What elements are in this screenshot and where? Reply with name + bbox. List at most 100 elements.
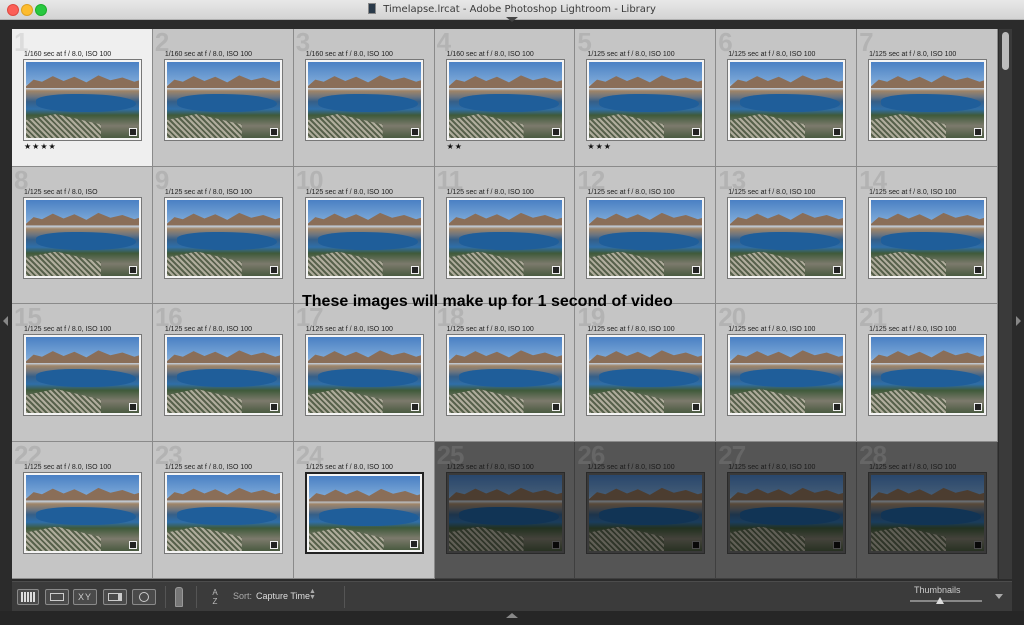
photo-thumbnail[interactable]	[163, 334, 283, 416]
grid-cell[interactable]: 22 1/125 sec at f / 8.0, ISO 100	[12, 441, 153, 579]
grid-cell[interactable]: 14 1/125 sec at f / 8.0, ISO 100	[857, 166, 998, 304]
grid-cell[interactable]: 19 1/125 sec at f / 8.0, ISO 100	[575, 304, 717, 442]
survey-view-button[interactable]	[103, 589, 127, 605]
compare-view-button[interactable]: XY	[73, 589, 97, 605]
develop-adjusted-badge-icon[interactable]	[551, 540, 560, 549]
photo-thumbnail[interactable]	[445, 196, 565, 279]
photo-thumbnail[interactable]	[727, 471, 847, 554]
grid-cell[interactable]: 8 1/125 sec at f / 8.0, ISO	[12, 166, 153, 304]
develop-adjusted-badge-icon[interactable]	[692, 265, 701, 274]
star-rating[interactable]: ★★★	[587, 142, 612, 151]
sort-select[interactable]: Capture Time	[256, 591, 310, 601]
grid-cell[interactable]: 18 1/125 sec at f / 8.0, ISO 100	[434, 304, 576, 442]
develop-adjusted-badge-icon[interactable]	[129, 540, 137, 549]
develop-adjusted-badge-icon[interactable]	[410, 128, 419, 136]
develop-adjusted-badge-icon[interactable]	[551, 403, 560, 411]
develop-adjusted-badge-icon[interactable]	[551, 265, 560, 274]
photo-thumbnail[interactable]	[727, 59, 847, 141]
develop-adjusted-badge-icon[interactable]	[129, 403, 137, 411]
grid-cell[interactable]: 25 1/125 sec at f / 8.0, ISO 100	[434, 441, 576, 579]
develop-adjusted-badge-icon[interactable]	[833, 403, 842, 411]
develop-adjusted-badge-icon[interactable]	[409, 539, 418, 548]
develop-adjusted-badge-icon[interactable]	[129, 265, 137, 274]
grid-cell[interactable]: 26 1/125 sec at f / 8.0, ISO 100	[575, 441, 717, 579]
grid-cell[interactable]: 3 1/160 sec at f / 8.0, ISO 100	[293, 29, 435, 167]
photo-thumbnail[interactable]	[868, 471, 988, 554]
develop-adjusted-badge-icon[interactable]	[833, 128, 842, 136]
photo-thumbnail[interactable]	[304, 59, 424, 141]
photo-thumbnail[interactable]	[23, 59, 142, 141]
develop-adjusted-badge-icon[interactable]	[974, 265, 983, 274]
top-panel-toggle-icon[interactable]	[506, 17, 518, 22]
photo-thumbnail[interactable]	[304, 471, 424, 554]
develop-adjusted-badge-icon[interactable]	[833, 540, 842, 549]
photo-thumbnail[interactable]	[868, 334, 988, 416]
develop-adjusted-badge-icon[interactable]	[129, 128, 137, 136]
photo-thumbnail[interactable]	[304, 334, 424, 416]
grid-cell[interactable]: 15 1/125 sec at f / 8.0, ISO 100	[12, 304, 153, 442]
develop-adjusted-badge-icon[interactable]	[410, 403, 419, 411]
photo-thumbnail[interactable]	[445, 59, 565, 141]
grid-cell[interactable]: 6 1/125 sec at f / 8.0, ISO 100	[716, 29, 858, 167]
grid-cell[interactable]: 17 1/125 sec at f / 8.0, ISO 100	[293, 304, 435, 442]
develop-adjusted-badge-icon[interactable]	[692, 403, 701, 411]
develop-adjusted-badge-icon[interactable]	[692, 128, 701, 136]
grid-cell[interactable]: 9 1/125 sec at f / 8.0, ISO 100	[152, 166, 294, 304]
star-rating[interactable]: ★★★★	[24, 142, 57, 151]
photo-thumbnail[interactable]	[586, 471, 706, 554]
develop-adjusted-badge-icon[interactable]	[269, 128, 278, 136]
loupe-view-button[interactable]	[45, 589, 69, 605]
photo-thumbnail[interactable]	[586, 196, 706, 279]
star-rating[interactable]: ★★	[447, 142, 463, 151]
grid-view-button[interactable]	[17, 589, 39, 605]
grid-cell[interactable]: 12 1/125 sec at f / 8.0, ISO 100	[575, 166, 717, 304]
sort-direction-button[interactable]: AZ	[205, 588, 225, 606]
grid-cell[interactable]: 5 1/125 sec at f / 8.0, ISO 100 ★★★	[575, 29, 717, 167]
photo-thumbnail[interactable]	[23, 471, 142, 554]
grid-cell[interactable]: 27 1/125 sec at f / 8.0, ISO 100	[716, 441, 858, 579]
scrollbar-thumb[interactable]	[1002, 32, 1009, 70]
left-panel-toggle-icon[interactable]	[3, 316, 8, 326]
grid-cell[interactable]: 28 1/125 sec at f / 8.0, ISO 100	[857, 441, 998, 579]
develop-adjusted-badge-icon[interactable]	[974, 128, 983, 136]
grid-cell[interactable]: 4 1/160 sec at f / 8.0, ISO 100 ★★	[434, 29, 576, 167]
grid-cell[interactable]: 2 1/160 sec at f / 8.0, ISO 100	[152, 29, 294, 167]
right-panel-toggle-icon[interactable]	[1016, 316, 1021, 326]
grid-cell[interactable]: 7 1/125 sec at f / 8.0, ISO 100	[857, 29, 998, 167]
bottom-panel-toggle-icon[interactable]	[506, 613, 518, 618]
photo-thumbnail[interactable]	[163, 196, 283, 279]
photo-thumbnail[interactable]	[586, 334, 706, 416]
develop-adjusted-badge-icon[interactable]	[269, 265, 278, 274]
thumbnail-size-slider[interactable]	[910, 600, 982, 602]
photo-thumbnail[interactable]	[23, 334, 142, 416]
grid-cell[interactable]: 24 1/125 sec at f / 8.0, ISO 100	[293, 441, 435, 579]
photo-thumbnail[interactable]	[163, 59, 283, 141]
develop-adjusted-badge-icon[interactable]	[833, 265, 842, 274]
photo-thumbnail[interactable]	[23, 196, 142, 279]
develop-adjusted-badge-icon[interactable]	[269, 540, 278, 549]
sort-chevrons-icon[interactable]: ▲ ▼	[309, 588, 316, 601]
develop-adjusted-badge-icon[interactable]	[410, 265, 419, 274]
photo-thumbnail[interactable]	[445, 334, 565, 416]
photo-thumbnail[interactable]	[586, 59, 706, 141]
grid-cell[interactable]: 1 1/160 sec at f / 8.0, ISO 100 ★★★★	[12, 29, 153, 167]
photo-thumbnail[interactable]	[868, 196, 988, 279]
grid-cell[interactable]: 11 1/125 sec at f / 8.0, ISO 100	[434, 166, 576, 304]
photo-thumbnail[interactable]	[868, 59, 988, 141]
grid-cell[interactable]: 13 1/125 sec at f / 8.0, ISO 100	[716, 166, 858, 304]
photo-thumbnail[interactable]	[445, 471, 565, 554]
grid-cell[interactable]: 10 1/125 sec at f / 8.0, ISO 100	[293, 166, 435, 304]
photo-thumbnail[interactable]	[304, 196, 424, 279]
photo-thumbnail[interactable]	[727, 334, 847, 416]
develop-adjusted-badge-icon[interactable]	[974, 403, 983, 411]
people-view-button[interactable]	[132, 589, 156, 605]
grid-cell[interactable]: 21 1/125 sec at f / 8.0, ISO 100	[857, 304, 998, 442]
grid-cell[interactable]: 20 1/125 sec at f / 8.0, ISO 100	[716, 304, 858, 442]
develop-adjusted-badge-icon[interactable]	[692, 540, 701, 549]
toolbar-menu-chevron-icon[interactable]	[995, 594, 1003, 599]
grid-scrollbar[interactable]	[999, 29, 1012, 579]
photo-thumbnail[interactable]	[163, 471, 283, 554]
grid-cell[interactable]: 23 1/125 sec at f / 8.0, ISO 100	[152, 441, 294, 579]
develop-adjusted-badge-icon[interactable]	[974, 540, 983, 549]
grid-cell[interactable]: 16 1/125 sec at f / 8.0, ISO 100	[152, 304, 294, 442]
